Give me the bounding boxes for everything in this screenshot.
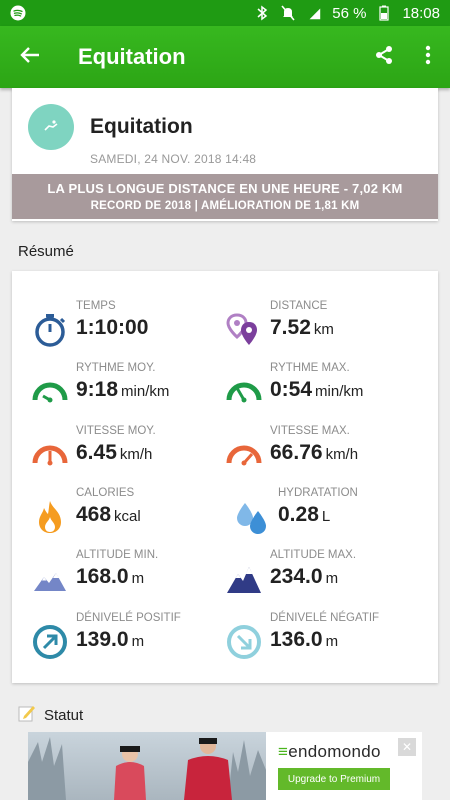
status-bar: 56 % 18:08: [0, 0, 450, 26]
note-icon: [18, 704, 36, 726]
arrow-up-right-icon: [33, 625, 67, 659]
location-pins-icon: [226, 313, 257, 345]
record-details: RECORD DE 2018 | AMÉLIORATION DE 1,81 KM: [90, 200, 360, 212]
arrow-down-right-icon: [227, 625, 261, 659]
stat-altitude-max: ALTITUDE MAX. 234.0 m: [226, 549, 426, 605]
record-banner[interactable]: LA PLUS LONGUE DISTANCE EN UNE HEURE - 7…: [12, 174, 438, 219]
ad-photo: [28, 732, 266, 800]
stat-rythme-max: RYTHME MAX. 0:54 min/km: [226, 362, 426, 418]
speedometer-icon: [32, 382, 68, 403]
stat-value: 136.0 m: [270, 628, 339, 651]
stat-value: 468 kcal: [76, 503, 141, 526]
stat-label: RYTHME MOY.: [76, 362, 156, 374]
stat-denivele-positif: DÉNIVELÉ POSITIF 139.0 m: [32, 612, 232, 668]
page-title: Equitation: [78, 44, 186, 69]
stat-temps: TEMPS 1:10:00: [32, 300, 232, 356]
speedometer-icon: [226, 445, 262, 466]
stat-denivele-negatif: DÉNIVELÉ NÉGATIF 136.0 m: [226, 612, 426, 668]
stat-label: CALORIES: [76, 487, 135, 499]
stat-value: 7.52 km: [270, 316, 334, 339]
mountain-icon: [227, 567, 261, 593]
stat-label: VITESSE MAX.: [270, 425, 350, 437]
battery-icon: [376, 5, 392, 21]
stat-value: 234.0 m: [270, 565, 339, 588]
ad-brand-panel: ≡endomondo Upgrade to Premium ✕: [266, 732, 422, 800]
endomondo-logo: ≡endomondo: [278, 742, 381, 761]
spotify-icon: [10, 5, 26, 21]
mountain-icon: [34, 573, 66, 591]
stat-value: 66.76 km/h: [270, 441, 359, 464]
ad-banner[interactable]: ≡endomondo Upgrade to Premium ✕: [28, 732, 422, 800]
stat-calories: CALORIES 468 kcal: [32, 487, 232, 543]
stat-value: 0:54 min/km: [270, 378, 364, 401]
notifications-off-icon: [280, 5, 296, 21]
stat-value: 139.0 m: [76, 628, 145, 651]
stat-label: VITESSE MOY.: [76, 425, 156, 437]
back-arrow-icon: [19, 44, 41, 71]
workout-date: SAMEDI, 24 NOV. 2018 14:48: [90, 152, 257, 166]
bluetooth-icon: [254, 5, 270, 21]
stat-label: DISTANCE: [270, 300, 328, 312]
riding-sport-icon: [28, 104, 74, 150]
speedometer-icon: [32, 445, 68, 466]
stat-value: 6.45 km/h: [76, 441, 153, 464]
battery-percent: 56 %: [332, 4, 367, 22]
stat-label: ALTITUDE MIN.: [76, 549, 159, 561]
stat-value: 0.28 L: [278, 503, 331, 526]
statut-section[interactable]: Statut: [18, 704, 83, 726]
share-button[interactable]: [362, 26, 406, 88]
upgrade-premium-button[interactable]: Upgrade to Premium: [278, 768, 390, 790]
stat-label: HYDRATATION: [278, 487, 358, 499]
stat-label: TEMPS: [76, 300, 116, 312]
water-drops-icon: [237, 503, 266, 534]
stat-altitude-min: ALTITUDE MIN. 168.0 m: [32, 549, 232, 605]
summary-section-title: Résumé: [18, 243, 74, 260]
more-options-button[interactable]: [406, 26, 450, 88]
signal-icon: [306, 5, 322, 21]
stat-value: 168.0 m: [76, 565, 145, 588]
stat-distance: DISTANCE 7.52 km: [226, 300, 426, 356]
ad-close-icon[interactable]: ✕: [398, 738, 416, 756]
stat-label: RYTHME MAX.: [270, 362, 350, 374]
back-button[interactable]: [0, 26, 60, 88]
workout-header-card: Equitation SAMEDI, 24 NOV. 2018 14:48 LA…: [12, 88, 438, 221]
summary-card: TEMPS 1:10:00 DISTANCE 7.52 km RYTHME MOY…: [12, 271, 438, 683]
stat-label: ALTITUDE MAX.: [270, 549, 357, 561]
speedometer-icon: [226, 382, 262, 403]
statut-label: Statut: [44, 706, 84, 724]
clock: 18:08: [402, 4, 440, 22]
share-icon: [373, 44, 395, 71]
stat-label: DÉNIVELÉ POSITIF: [76, 612, 181, 624]
record-title: LA PLUS LONGUE DISTANCE EN UNE HEURE - 7…: [47, 181, 403, 196]
stat-rythme-moy: RYTHME MOY. 9:18 min/km: [32, 362, 232, 418]
stopwatch-icon: [35, 314, 66, 347]
stat-label: DÉNIVELÉ NÉGATIF: [270, 612, 380, 624]
stat-vitesse-max: VITESSE MAX. 66.76 km/h: [226, 425, 426, 481]
stat-value: 9:18 min/km: [76, 378, 170, 401]
stat-vitesse-moy: VITESSE MOY. 6.45 km/h: [32, 425, 232, 481]
stat-hydratation: HYDRATATION 0.28 L: [226, 487, 426, 543]
flame-icon: [39, 501, 61, 533]
stat-value: 1:10:00: [76, 316, 149, 339]
workout-title: Equitation: [90, 115, 193, 138]
app-bar: Equitation: [0, 26, 450, 88]
more-vert-icon: [425, 45, 431, 70]
